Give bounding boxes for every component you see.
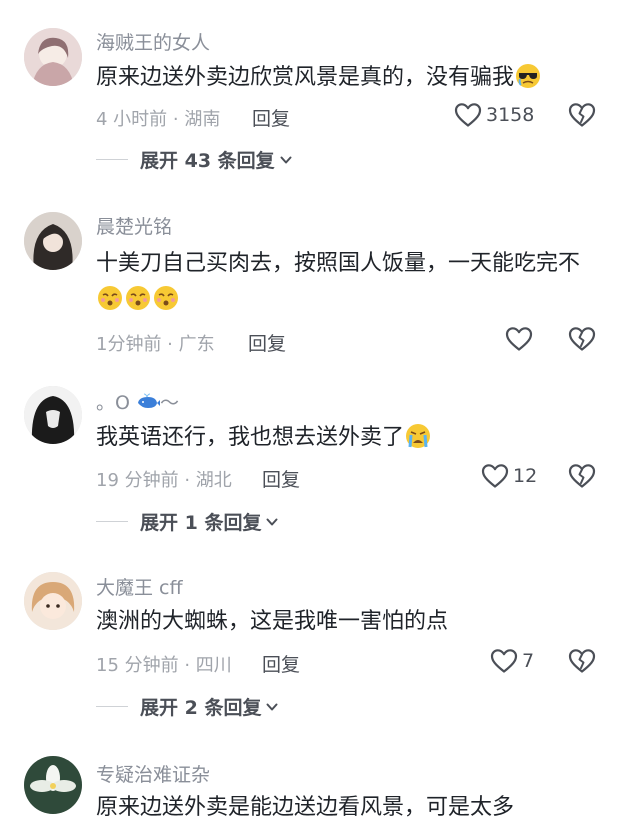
like-count: 12	[513, 465, 538, 487]
avatar[interactable]	[24, 386, 82, 444]
expand-replies-label: 展开 1 条回复	[140, 512, 262, 534]
username[interactable]: 专疑治难证杂	[96, 760, 210, 787]
heart-outline-icon	[481, 463, 509, 489]
expand-replies-button[interactable]: 展开 1 条回复	[96, 508, 279, 535]
tearful-face-emoji	[154, 286, 178, 310]
chevron-down-icon	[279, 153, 293, 167]
divider	[96, 706, 128, 707]
dislike-button[interactable]	[568, 648, 596, 678]
like-count: 3158	[486, 104, 535, 126]
whale-icon	[138, 393, 161, 408]
username[interactable]: 大魔王 cff	[96, 573, 183, 600]
comment-meta: 1分钟前 · 广东	[96, 334, 215, 355]
expand-replies-button[interactable]: 展开 2 条回复	[96, 693, 279, 720]
comment-meta: 19 分钟前 · 湖北	[96, 470, 232, 491]
comment-meta: 4 小时前 · 湖南	[96, 109, 221, 130]
comment-text: 十美刀自己买肉去，按照国人饭量，一天能吃完不	[96, 246, 596, 318]
chevron-down-icon	[265, 700, 279, 714]
heart-outline-icon	[454, 102, 482, 128]
username[interactable]: 海贼王的女人	[96, 28, 210, 55]
loudly-crying-emoji	[406, 424, 431, 448]
broken-heart-icon	[568, 463, 596, 489]
dislike-button[interactable]	[568, 326, 596, 356]
comment-text: 澳洲的大蜘蛛，这是我唯一害怕的点	[96, 609, 449, 634]
comment-text: 原来边送外卖边欣赏风景是真的，没有骗我	[96, 60, 596, 96]
broken-heart-icon	[568, 326, 596, 352]
broken-heart-icon	[568, 648, 596, 674]
comment-text: 我英语还行，我也想去送外卖了	[96, 420, 596, 456]
tearful-face-emoji	[126, 286, 150, 310]
comment-meta: 15 分钟前 · 四川	[96, 655, 232, 676]
avatar[interactable]	[24, 572, 82, 630]
heart-outline-icon	[505, 326, 533, 352]
reply-button[interactable]: 回复	[262, 465, 300, 492]
dislike-button[interactable]	[568, 463, 596, 493]
sunglasses-crying-emoji	[516, 64, 541, 88]
heart-outline-icon	[490, 648, 518, 674]
reply-button[interactable]: 回复	[252, 104, 290, 131]
like-button[interactable]: 7	[490, 648, 534, 674]
divider	[96, 159, 128, 160]
dislike-button[interactable]	[568, 102, 596, 132]
username-suffix: ～	[160, 392, 180, 414]
broken-heart-icon	[568, 102, 596, 128]
like-button[interactable]: 12	[481, 463, 537, 489]
avatar[interactable]	[24, 28, 82, 86]
tearful-face-emoji	[98, 286, 122, 310]
expand-replies-label: 展开 2 条回复	[140, 697, 262, 719]
expand-replies-button[interactable]: 展开 43 条回复	[96, 146, 293, 173]
divider	[96, 521, 128, 522]
chevron-down-icon	[265, 515, 279, 529]
avatar[interactable]	[24, 212, 82, 270]
reply-button[interactable]: 回复	[262, 650, 300, 677]
username-text: 。O	[96, 392, 130, 414]
avatar[interactable]	[24, 756, 82, 814]
username[interactable]: 晨楚光铭	[96, 212, 172, 239]
like-count: 7	[522, 650, 535, 672]
reply-button[interactable]: 回复	[248, 329, 286, 356]
comment-text: 原来边送外卖是能边送边看风景，可是太多	[96, 795, 515, 820]
username[interactable]: 。O ～	[96, 388, 179, 415]
expand-replies-label: 展开 43 条回复	[140, 150, 275, 172]
like-button[interactable]	[505, 326, 537, 352]
like-button[interactable]: 3158	[454, 102, 534, 128]
